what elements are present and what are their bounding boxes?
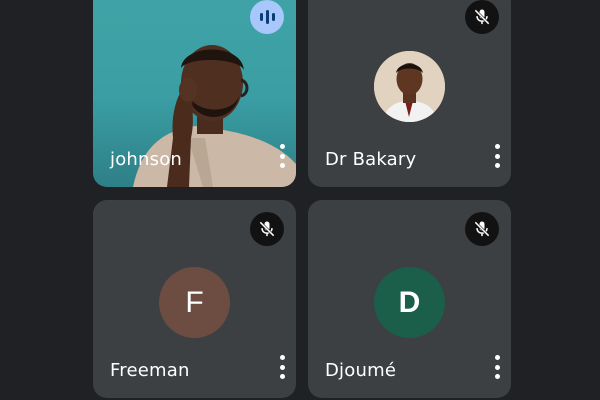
avatar: F xyxy=(159,267,230,338)
participant-name: Dr Bakary xyxy=(325,149,417,170)
more-vert-icon[interactable] xyxy=(279,144,285,168)
avatar: D xyxy=(374,267,445,338)
mic-off-icon xyxy=(250,212,284,246)
more-vert-icon[interactable] xyxy=(279,355,285,379)
participant-tile-freeman[interactable]: F Freeman xyxy=(93,200,296,398)
participant-name: Freeman xyxy=(110,360,190,381)
participant-tile-johnson[interactable]: johnson xyxy=(93,0,296,187)
participant-name: Djoumé xyxy=(325,360,397,381)
participant-tile-djoume[interactable]: D Djoumé xyxy=(308,200,511,398)
more-vert-icon[interactable] xyxy=(494,144,500,168)
participant-name: johnson xyxy=(110,149,183,170)
avatar xyxy=(374,51,445,122)
more-vert-icon[interactable] xyxy=(494,355,500,379)
audio-waveform-icon xyxy=(250,0,284,34)
mic-off-icon xyxy=(465,0,499,34)
mic-off-icon xyxy=(465,212,499,246)
participant-tile-dr-bakary[interactable]: Dr Bakary xyxy=(308,0,511,187)
